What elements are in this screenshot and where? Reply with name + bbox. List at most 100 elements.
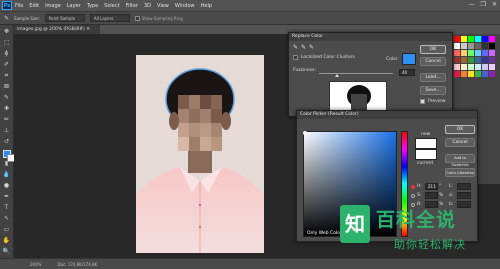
sample-size-select[interactable]: Point Sample	[44, 14, 85, 22]
color-swatch[interactable]	[454, 64, 460, 70]
menu-image[interactable]: Image	[45, 3, 61, 9]
hand-tool-icon[interactable]: ✋	[2, 237, 12, 245]
fuzziness-slider[interactable]	[319, 73, 393, 74]
save-button[interactable]: Save...	[420, 86, 446, 95]
color-swatch[interactable]	[461, 57, 467, 63]
lab-l-input[interactable]	[457, 183, 471, 190]
color-swatch[interactable]	[475, 71, 481, 77]
only-web-colors-label[interactable]: Only Web Colors	[307, 231, 344, 236]
sample-layers-select[interactable]: All Layers	[89, 14, 130, 22]
document-tab[interactable]: images.jpg @ 200% (RGB/8#) ✕	[14, 25, 100, 34]
color-swatch[interactable]	[461, 36, 467, 42]
add-to-swatches-button[interactable]: Add to Swatches	[445, 154, 475, 167]
marquee-tool-icon[interactable]: ⬚	[2, 39, 12, 47]
color-swatch[interactable]	[489, 36, 495, 42]
dodge-tool-icon[interactable]: ●	[2, 182, 12, 190]
pen-tool-icon[interactable]: ✒	[2, 193, 12, 201]
color-swatch[interactable]	[489, 57, 495, 63]
color-swatch[interactable]	[454, 36, 460, 42]
menu-filter[interactable]: Filter	[126, 3, 138, 9]
hue-input[interactable]: 211	[425, 183, 438, 190]
color-swatch[interactable]	[461, 64, 467, 70]
color-swatch[interactable]	[489, 64, 495, 70]
brush-tool-icon[interactable]: ✏	[2, 116, 12, 124]
frame-tool-icon[interactable]: ⊠	[2, 83, 12, 91]
menu-window[interactable]: Window	[175, 3, 195, 9]
color-swatch[interactable]	[482, 71, 488, 77]
fuzziness-input[interactable]: 40	[399, 69, 415, 76]
radio-hue[interactable]	[411, 185, 415, 189]
lab-a-input[interactable]	[457, 192, 471, 199]
ok-button[interactable]: OK	[420, 45, 446, 54]
color-swatch[interactable]	[461, 50, 467, 56]
shape-tool-icon[interactable]: ▭	[2, 226, 12, 234]
preview-checkbox[interactable]	[420, 99, 425, 104]
healing-brush-icon[interactable]: ✚	[2, 105, 12, 113]
history-brush-icon[interactable]: ↺	[2, 138, 12, 146]
color-swatch[interactable]	[482, 50, 488, 56]
color-swatch[interactable]	[468, 57, 474, 63]
result-color-swatch[interactable]	[402, 53, 416, 65]
color-swatch[interactable]	[461, 71, 467, 77]
color-swatch[interactable]	[482, 43, 488, 49]
color-swatch[interactable]	[482, 57, 488, 63]
clone-stamp-icon[interactable]: ⊥	[2, 127, 12, 135]
color-swatch[interactable]	[468, 43, 474, 49]
checkbox-box[interactable]	[134, 15, 140, 21]
color-field-marker[interactable]	[303, 131, 307, 135]
menu-edit[interactable]: Edit	[29, 3, 39, 9]
menu-select[interactable]: Select	[104, 3, 119, 9]
crop-tool-icon[interactable]: ⌗	[2, 72, 12, 80]
lab-b-input[interactable]	[457, 201, 471, 208]
show-sampling-ring-checkbox[interactable]: Show Sampling Ring	[134, 15, 183, 21]
color-swatch[interactable]	[475, 36, 481, 42]
color-swatch[interactable]	[454, 71, 460, 77]
menu-3d[interactable]: 3D	[144, 3, 151, 9]
color-swatch[interactable]	[482, 64, 488, 70]
blur-tool-icon[interactable]: 💧	[2, 171, 12, 179]
menu-layer[interactable]: Layer	[67, 3, 81, 9]
color-swatch[interactable]	[489, 43, 495, 49]
restore-icon[interactable]: ❐	[481, 1, 486, 8]
path-select-icon[interactable]: ↖	[2, 215, 12, 223]
color-swatch[interactable]	[454, 50, 460, 56]
color-swatch[interactable]	[454, 43, 460, 49]
current-color-swatch[interactable]	[415, 149, 437, 160]
lasso-tool-icon[interactable]: ϕ	[2, 50, 12, 58]
color-swatch[interactable]	[468, 50, 474, 56]
color-swatch[interactable]	[482, 36, 488, 42]
color-swatch[interactable]	[489, 71, 495, 77]
eyedropper-plus-icon[interactable]: ✎	[301, 44, 306, 51]
color-swatch[interactable]	[475, 50, 481, 56]
radio-saturation[interactable]	[411, 194, 415, 198]
color-swatch[interactable]	[468, 64, 474, 70]
color-swatch[interactable]	[468, 71, 474, 77]
fuzziness-slider-handle[interactable]	[335, 74, 339, 77]
ok-button[interactable]: OK	[445, 125, 475, 134]
eyedropper-minus-icon[interactable]: ✎	[309, 44, 314, 51]
color-swatch[interactable]	[468, 36, 474, 42]
zoom-tool-icon[interactable]: 🔍	[2, 248, 12, 256]
localized-clusters-checkbox[interactable]	[293, 55, 298, 60]
color-swatch[interactable]	[475, 64, 481, 70]
minimize-icon[interactable]: —	[469, 1, 475, 8]
move-tool-icon[interactable]: ✥	[2, 28, 12, 36]
quick-select-tool-icon[interactable]: ✐	[2, 61, 12, 69]
eyedropper-icon[interactable]: ✎	[2, 94, 12, 102]
menu-view[interactable]: View	[157, 3, 169, 9]
cancel-button[interactable]: Cancel	[420, 57, 446, 66]
menu-help[interactable]: Help	[201, 3, 212, 9]
cancel-button[interactable]: Cancel	[445, 138, 475, 147]
color-libraries-button[interactable]: Color Libraries	[445, 168, 475, 177]
menu-type[interactable]: Type	[87, 3, 98, 9]
color-swatch[interactable]	[475, 57, 481, 63]
color-swatch[interactable]	[489, 50, 495, 56]
color-swatch[interactable]	[454, 57, 460, 63]
color-swatch[interactable]	[461, 43, 467, 49]
type-tool-icon[interactable]: T	[2, 204, 12, 212]
color-swatch[interactable]	[475, 43, 481, 49]
menu-file[interactable]: File	[15, 3, 23, 9]
saturation-input[interactable]	[425, 192, 438, 199]
close-icon[interactable]: ✕	[492, 1, 497, 8]
eyedropper-icon[interactable]: ✎	[293, 44, 298, 51]
